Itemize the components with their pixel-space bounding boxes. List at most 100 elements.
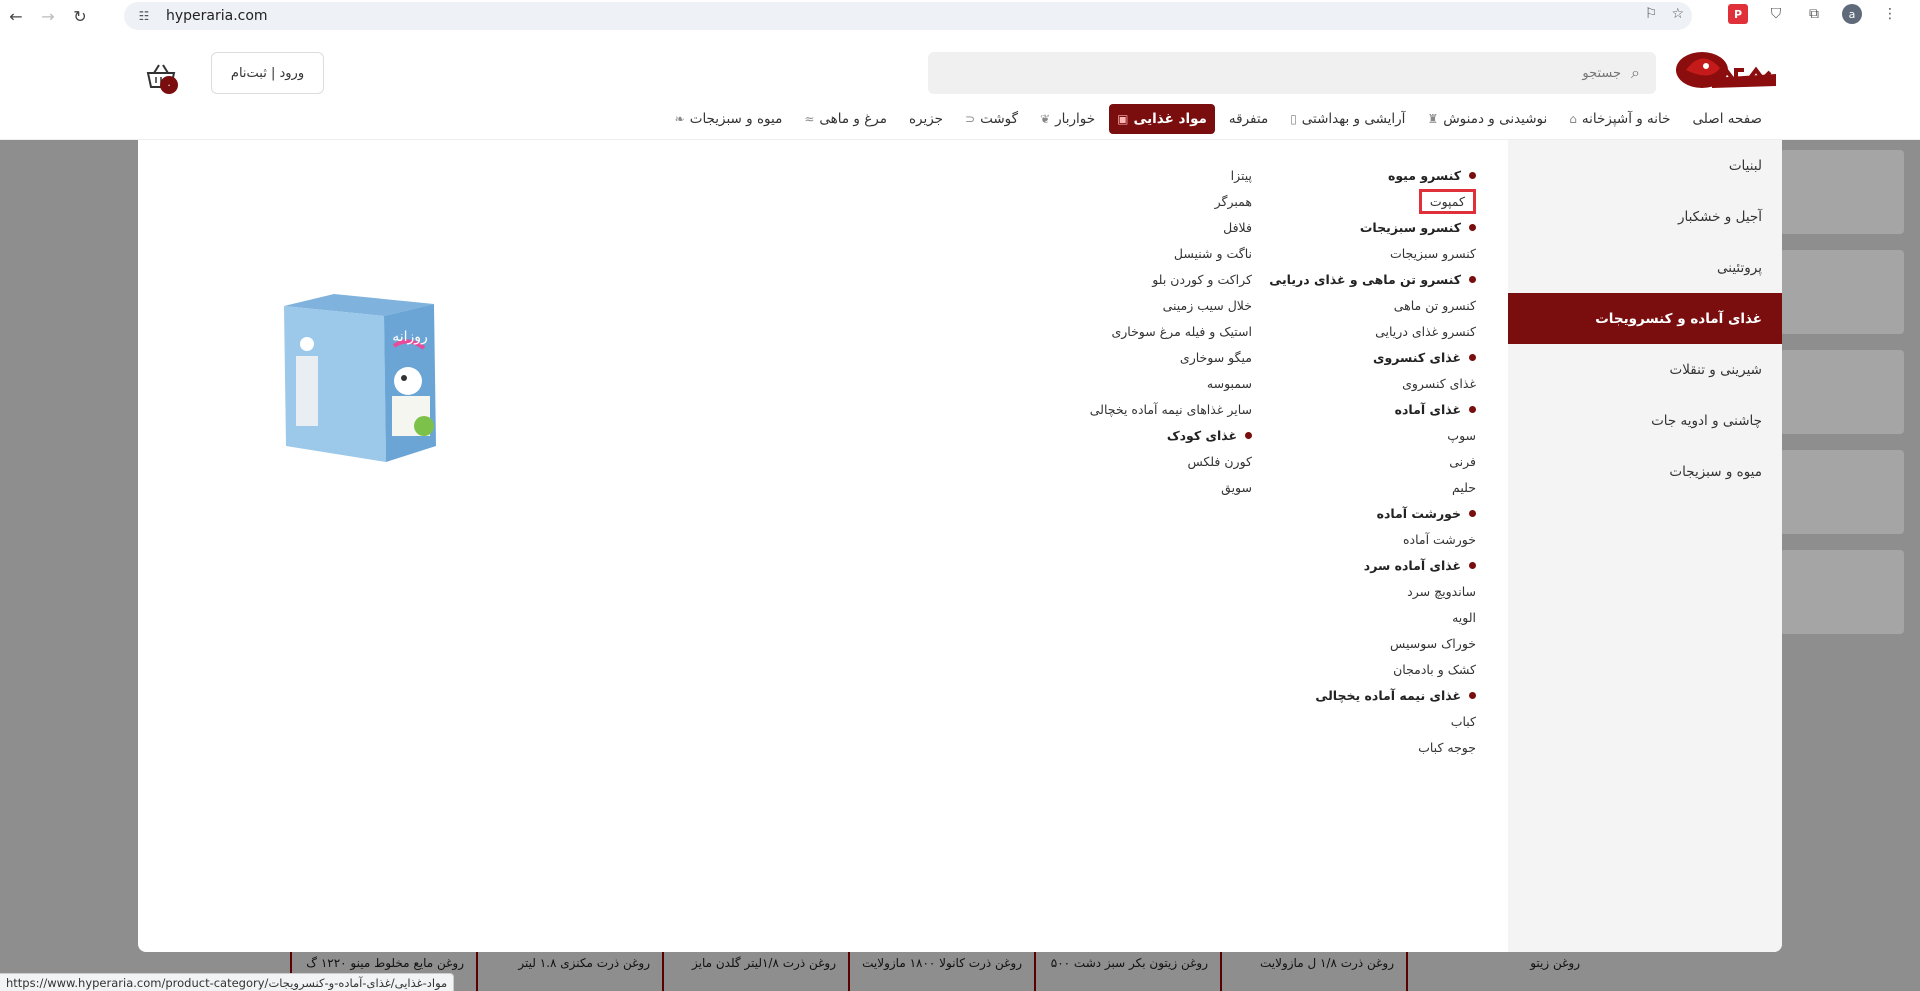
- menu-subcategory-link[interactable]: کشک و بادمجان: [1256, 656, 1476, 682]
- nav-item-9[interactable]: مرغ و ماهی ≈: [796, 104, 895, 134]
- nav-item-10[interactable]: میوه و سبزیجات ❧: [667, 104, 791, 134]
- menu-row-label: ساندویچ سرد: [1407, 583, 1476, 599]
- promo-brand-text: روزانه: [392, 329, 428, 345]
- menu-row-label: الویه: [1452, 609, 1476, 625]
- mega-side-item-6[interactable]: میوه و سبزیجات: [1508, 446, 1782, 497]
- browser-menu-icon[interactable]: ⋮: [1880, 4, 1900, 24]
- main-navigation: صفحه اصلی خانه و آشپزخانه ⌂ نوشیدنی و دمنوش…: [667, 104, 1770, 134]
- menu-category-heading[interactable]: خورشت آماده: [1256, 500, 1476, 526]
- menu-subcategory-link[interactable]: همبرگر: [1032, 188, 1252, 214]
- menu-subcategory-link[interactable]: فرنی: [1256, 448, 1476, 474]
- menu-category-heading[interactable]: غذای نیمه آماده یخچالی: [1256, 682, 1476, 708]
- menu-subcategory-link[interactable]: میگو سوخاری: [1032, 344, 1252, 370]
- menu-subcategory-link[interactable]: جوجه کباب: [1256, 734, 1476, 760]
- menu-row-label: کراکت و کوردن بلو: [1152, 271, 1252, 287]
- browser-toolbar: ← → ↻ ☷ hyperaria.com ⚐ ☆ P ⛉ ⧉ a ⋮: [0, 0, 1920, 32]
- menu-row-label: کنسرو سبزیجات: [1389, 245, 1476, 261]
- nav-item-5[interactable]: مواد غذایی ▣: [1109, 104, 1215, 134]
- bg-product-title: روغن ذرت مکنزی ۱.۸ لیتر: [476, 948, 660, 991]
- menu-subcategory-link[interactable]: کنسرو سبزیجات: [1256, 240, 1476, 266]
- shield-extension-icon[interactable]: ⛉: [1766, 4, 1786, 24]
- mega-side-item-3[interactable]: غذای آماده و کنسرویجات: [1508, 293, 1782, 344]
- menu-row-label: سمبوسه: [1206, 375, 1252, 391]
- site-logo[interactable]: [1672, 48, 1780, 100]
- search-icon[interactable]: ⌕: [1631, 63, 1640, 83]
- bg-product-title: روغن ذرت ۱/۸ ل مازولایت: [1220, 948, 1404, 991]
- menu-subcategory-link[interactable]: پیتزا: [1032, 162, 1252, 188]
- translate-icon[interactable]: ⚐: [1645, 6, 1658, 22]
- menu-subcategory-link[interactable]: خلال سیب زمینی: [1032, 292, 1252, 318]
- menu-subcategory-link[interactable]: کمپوت: [1256, 188, 1476, 214]
- bg-card: [1780, 150, 1904, 234]
- mega-menu: لبنیات آجیل و خشکبار پروتئینی غذای آماده و …: [138, 140, 1782, 952]
- menu-category-heading[interactable]: غذای آماده: [1256, 396, 1476, 422]
- menu-subcategory-link[interactable]: سوپ: [1256, 422, 1476, 448]
- menu-subcategory-link[interactable]: ناگت و شنیسل: [1032, 240, 1252, 266]
- back-icon[interactable]: ←: [0, 0, 32, 32]
- menu-category-heading[interactable]: غذای آماده سرد: [1256, 552, 1476, 578]
- bookmark-star-icon[interactable]: ☆: [1671, 6, 1684, 22]
- bullet-dot-icon: [1469, 223, 1476, 231]
- menu-category-heading[interactable]: غذای کودک: [1032, 422, 1252, 448]
- nav-item-7[interactable]: گوشت ⊂: [957, 104, 1026, 134]
- nav-item-4[interactable]: متفرقه: [1221, 104, 1276, 134]
- menu-row-label: سایر غذاهای نیمه آماده یخچالی: [1089, 401, 1252, 417]
- menu-subcategory-link[interactable]: سایر غذاهای نیمه آماده یخچالی: [1032, 396, 1252, 422]
- menu-category-heading[interactable]: کنسرو سبزیجات: [1256, 214, 1476, 240]
- menu-subcategory-link[interactable]: سمبوسه: [1032, 370, 1252, 396]
- menu-category-heading[interactable]: کنسرو تن ماهی و غذای دریایی: [1256, 266, 1476, 292]
- menu-row-label: کنسرو غذای دریایی: [1375, 323, 1476, 339]
- address-bar[interactable]: ☷ hyperaria.com ⚐ ☆: [124, 2, 1692, 30]
- forward-icon[interactable]: →: [32, 0, 64, 32]
- nav-item-8[interactable]: جزیره: [901, 104, 951, 134]
- reload-icon[interactable]: ↻: [64, 0, 96, 32]
- extension-p-icon[interactable]: P: [1728, 4, 1748, 24]
- menu-subcategory-link[interactable]: خوراک سوسیس: [1256, 630, 1476, 656]
- menu-subcategory-link[interactable]: سویق: [1032, 474, 1252, 500]
- menu-row-label: غذای آماده: [1394, 401, 1461, 417]
- url-text[interactable]: hyperaria.com: [166, 8, 268, 24]
- menu-category-heading[interactable]: غذای کنسروی: [1256, 344, 1476, 370]
- menu-row-label: غذای نیمه آماده یخچالی: [1315, 687, 1461, 703]
- mega-side-item-0[interactable]: لبنیات: [1508, 140, 1782, 191]
- menu-subcategory-link[interactable]: استیک و فیله مرغ سوخاری: [1032, 318, 1252, 344]
- menu-subcategory-link[interactable]: کنسرو تن ماهی: [1256, 292, 1476, 318]
- background-product-row: روغن مایع مخلوط مینو ۱۲۲۰ گ روغن ذرت مکنز…: [290, 948, 1590, 991]
- menu-subcategory-link[interactable]: حلیم: [1256, 474, 1476, 500]
- menu-subcategory-link[interactable]: ساندویچ سرد: [1256, 578, 1476, 604]
- status-bar-url: https://www.hyperaria.com/product-catego…: [0, 973, 455, 991]
- mega-menu-column-1: کنسرو میوه کمپوت کنسرو سبزیجات کنسرو سبزیجا…: [1256, 162, 1476, 760]
- bullet-dot-icon: [1469, 691, 1476, 699]
- nav-category-icon: ⌂: [1569, 112, 1577, 126]
- menu-subcategory-link[interactable]: کباب: [1256, 708, 1476, 734]
- mega-side-item-5[interactable]: چاشنی و ادویه جات: [1508, 395, 1782, 446]
- nav-item-0[interactable]: صفحه اصلی: [1685, 104, 1770, 134]
- menu-subcategory-link[interactable]: الویه: [1256, 604, 1476, 630]
- mega-side-item-4[interactable]: شیرینی و تنقلات: [1508, 344, 1782, 395]
- login-register-button[interactable]: ورود | ثبت‌نام: [211, 52, 324, 94]
- nav-item-label: خانه و آشپزخانه: [1581, 111, 1671, 127]
- nav-item-1[interactable]: خانه و آشپزخانه ⌂: [1561, 104, 1678, 134]
- nav-item-3[interactable]: آرایشی و بهداشتی ▯: [1282, 104, 1413, 134]
- menu-subcategory-link[interactable]: کراکت و کوردن بلو: [1032, 266, 1252, 292]
- menu-row-label: ناگت و شنیسل: [1173, 245, 1252, 261]
- menu-row-label: کشک و بادمجان: [1393, 661, 1476, 677]
- profile-avatar[interactable]: a: [1842, 4, 1862, 24]
- search-input[interactable]: [1021, 65, 1622, 81]
- promo-product-image[interactable]: روزانه: [274, 286, 462, 464]
- nav-item-6[interactable]: خواربار ❦: [1032, 104, 1103, 134]
- puzzle-extensions-icon[interactable]: ⧉: [1804, 4, 1824, 24]
- menu-row-label: خوراک سوسیس: [1390, 635, 1476, 651]
- menu-subcategory-link[interactable]: خورشت آماده: [1256, 526, 1476, 552]
- menu-subcategory-link[interactable]: کورن فلکس: [1032, 448, 1252, 474]
- menu-category-heading[interactable]: کنسرو میوه: [1256, 162, 1476, 188]
- search-box[interactable]: ⌕: [928, 52, 1656, 94]
- mega-side-item-2[interactable]: پروتئینی: [1508, 242, 1782, 293]
- menu-subcategory-link[interactable]: کنسرو غذای دریایی: [1256, 318, 1476, 344]
- nav-item-label: آرایشی و بهداشتی: [1301, 111, 1406, 127]
- mega-side-item-1[interactable]: آجیل و خشکبار: [1508, 191, 1782, 242]
- nav-item-2[interactable]: نوشیدنی و دمنوش ♜: [1419, 104, 1555, 134]
- site-info-icon[interactable]: ☷: [136, 8, 152, 24]
- menu-subcategory-link[interactable]: غذای کنسروی: [1256, 370, 1476, 396]
- menu-subcategory-link[interactable]: فلافل: [1032, 214, 1252, 240]
